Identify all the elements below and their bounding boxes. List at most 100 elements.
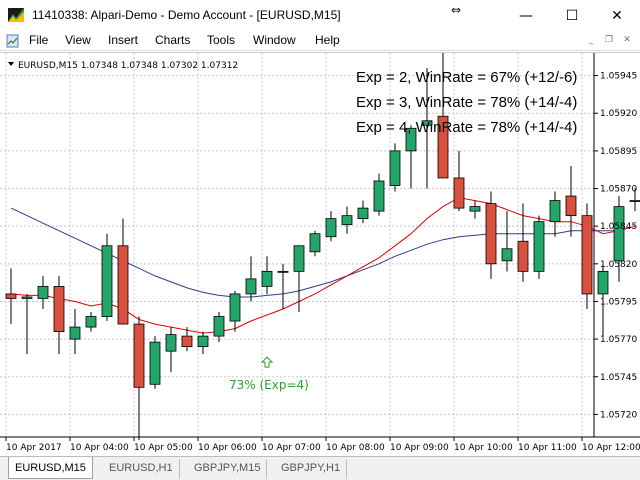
price-chart[interactable]: 1.05945 1.05920 1.05895 1.05870 1.05845 1.058… [0,53,640,457]
menu-insert[interactable]: Insert [108,33,138,47]
menu-tools[interactable]: Tools [207,33,235,47]
candle-body [373,180,385,212]
menu-file[interactable]: File [29,33,48,47]
candles [5,53,640,441]
y-tick-label: 1.05820 [600,260,637,270]
menu-help[interactable]: Help [315,33,340,47]
mdi-minimize-button[interactable]: _ [585,34,597,46]
candle [133,316,145,441]
candle-body [357,207,369,220]
candle [389,143,401,192]
candle [357,200,369,224]
candle [277,263,289,309]
app-icon [8,8,24,22]
candle-body [501,248,513,262]
candle-body [181,335,193,348]
candle [501,211,513,272]
candle [549,191,561,237]
tab-gbpjpy-h1[interactable]: GBPJPY,H1 [275,459,348,479]
candle-body [597,270,609,295]
maximize-button[interactable]: ☐ [549,0,595,31]
x-tick-label: 10 Apr 05:00 [134,443,193,453]
tab-eurusd-m15[interactable]: EURUSD,M15 [8,457,93,479]
chart-area[interactable]: 1.05945 1.05920 1.05895 1.05870 1.05845 1.058… [0,52,640,456]
y-tick-label: 1.05745 [600,373,637,383]
candle-body [5,293,17,299]
x-tick-label: 10 Apr 04:00 [70,443,129,453]
menu-window[interactable]: Window [253,33,296,47]
y-tick-label: 1.05895 [600,147,637,157]
candle-body [629,200,640,202]
menu-view[interactable]: View [65,33,91,47]
signal-marker: 73% (Exp=4) [229,356,309,392]
candle-body [277,270,289,273]
candle-body [245,278,257,295]
signal-label: 73% (Exp=4) [229,378,309,392]
candle [517,203,529,282]
candle [165,327,177,373]
y-tick-label: 1.05920 [600,109,637,119]
y-tick-label: 1.05795 [600,297,637,307]
x-tick-label: 10 Apr 10:00 [454,443,513,453]
resize-arrows-icon[interactable]: ⇔ [451,3,461,17]
x-tick-label: 10 Apr 08:00 [326,443,385,453]
candle-body [325,218,337,238]
candle [69,309,81,355]
candle-body [309,233,321,253]
tab-eurusd-h1[interactable]: EURUSD,H1 [103,459,180,479]
candle-body [565,195,577,217]
candle [565,165,577,237]
candle [469,200,481,219]
x-axis-ticks: 10 Apr 2017 10 Apr 04:00 10 Apr 05:00 10 Ap… [5,437,640,453]
candle-body [69,326,81,340]
symbol-dropdown-icon[interactable] [8,62,14,66]
candle-body [117,245,129,325]
candle-body [229,293,241,322]
x-tick-label: 10 Apr 11:00 [518,443,577,453]
x-tick-label: 10 Apr 06:00 [198,443,257,453]
candle-body [133,323,145,388]
candle-body [165,334,177,352]
winrate-line-exp4: Exp = 4, WinRate = 78% (+14/-4) [356,119,577,136]
minimize-button[interactable]: — [503,0,549,31]
candle-body [213,316,225,337]
candle [245,256,257,302]
tab-gbpjpy-m15[interactable]: GBPJPY,M15 [188,459,268,479]
window-title: 11410338: Alpari-Demo - Demo Account - [… [32,8,341,22]
candle-body [149,341,161,385]
candle [101,233,113,322]
close-button[interactable]: ✕ [594,0,640,31]
candle-body [613,206,625,262]
symbol-ohlc-line: EURUSD,M15 1.07348 1.07348 1.07302 1.073… [18,61,238,71]
candle [533,215,545,279]
candle [21,293,33,355]
candle [229,290,241,332]
candle [197,331,209,355]
y-tick-label: 1.05720 [600,410,637,420]
mdi-close-button[interactable]: ✕ [621,34,633,46]
mdi-restore-button[interactable]: ❐ [603,34,615,46]
candle-body [581,215,593,295]
candle [117,218,129,325]
x-tick-label: 10 Apr 2017 [6,443,62,453]
candle [37,275,49,309]
candle-body [85,316,97,328]
candle [149,336,161,389]
x-tick-label: 10 Apr 07:00 [262,443,321,453]
candle-body [389,150,401,186]
candle-body [533,221,545,272]
x-tick-label: 10 Apr 09:00 [390,443,449,453]
document-icon[interactable] [5,33,21,49]
candle-body [37,286,49,299]
candle [581,203,593,309]
candle-body [53,286,65,332]
candle-body [453,177,465,209]
y-tick-label: 1.05845 [600,222,637,232]
candle [293,245,305,313]
candle [373,173,385,216]
candle-body [549,200,561,223]
title-bar: 11410338: Alpari-Demo - Demo Account - [… [0,0,640,31]
candle-body [293,245,305,272]
candle [453,150,465,212]
menu-charts[interactable]: Charts [155,33,190,47]
